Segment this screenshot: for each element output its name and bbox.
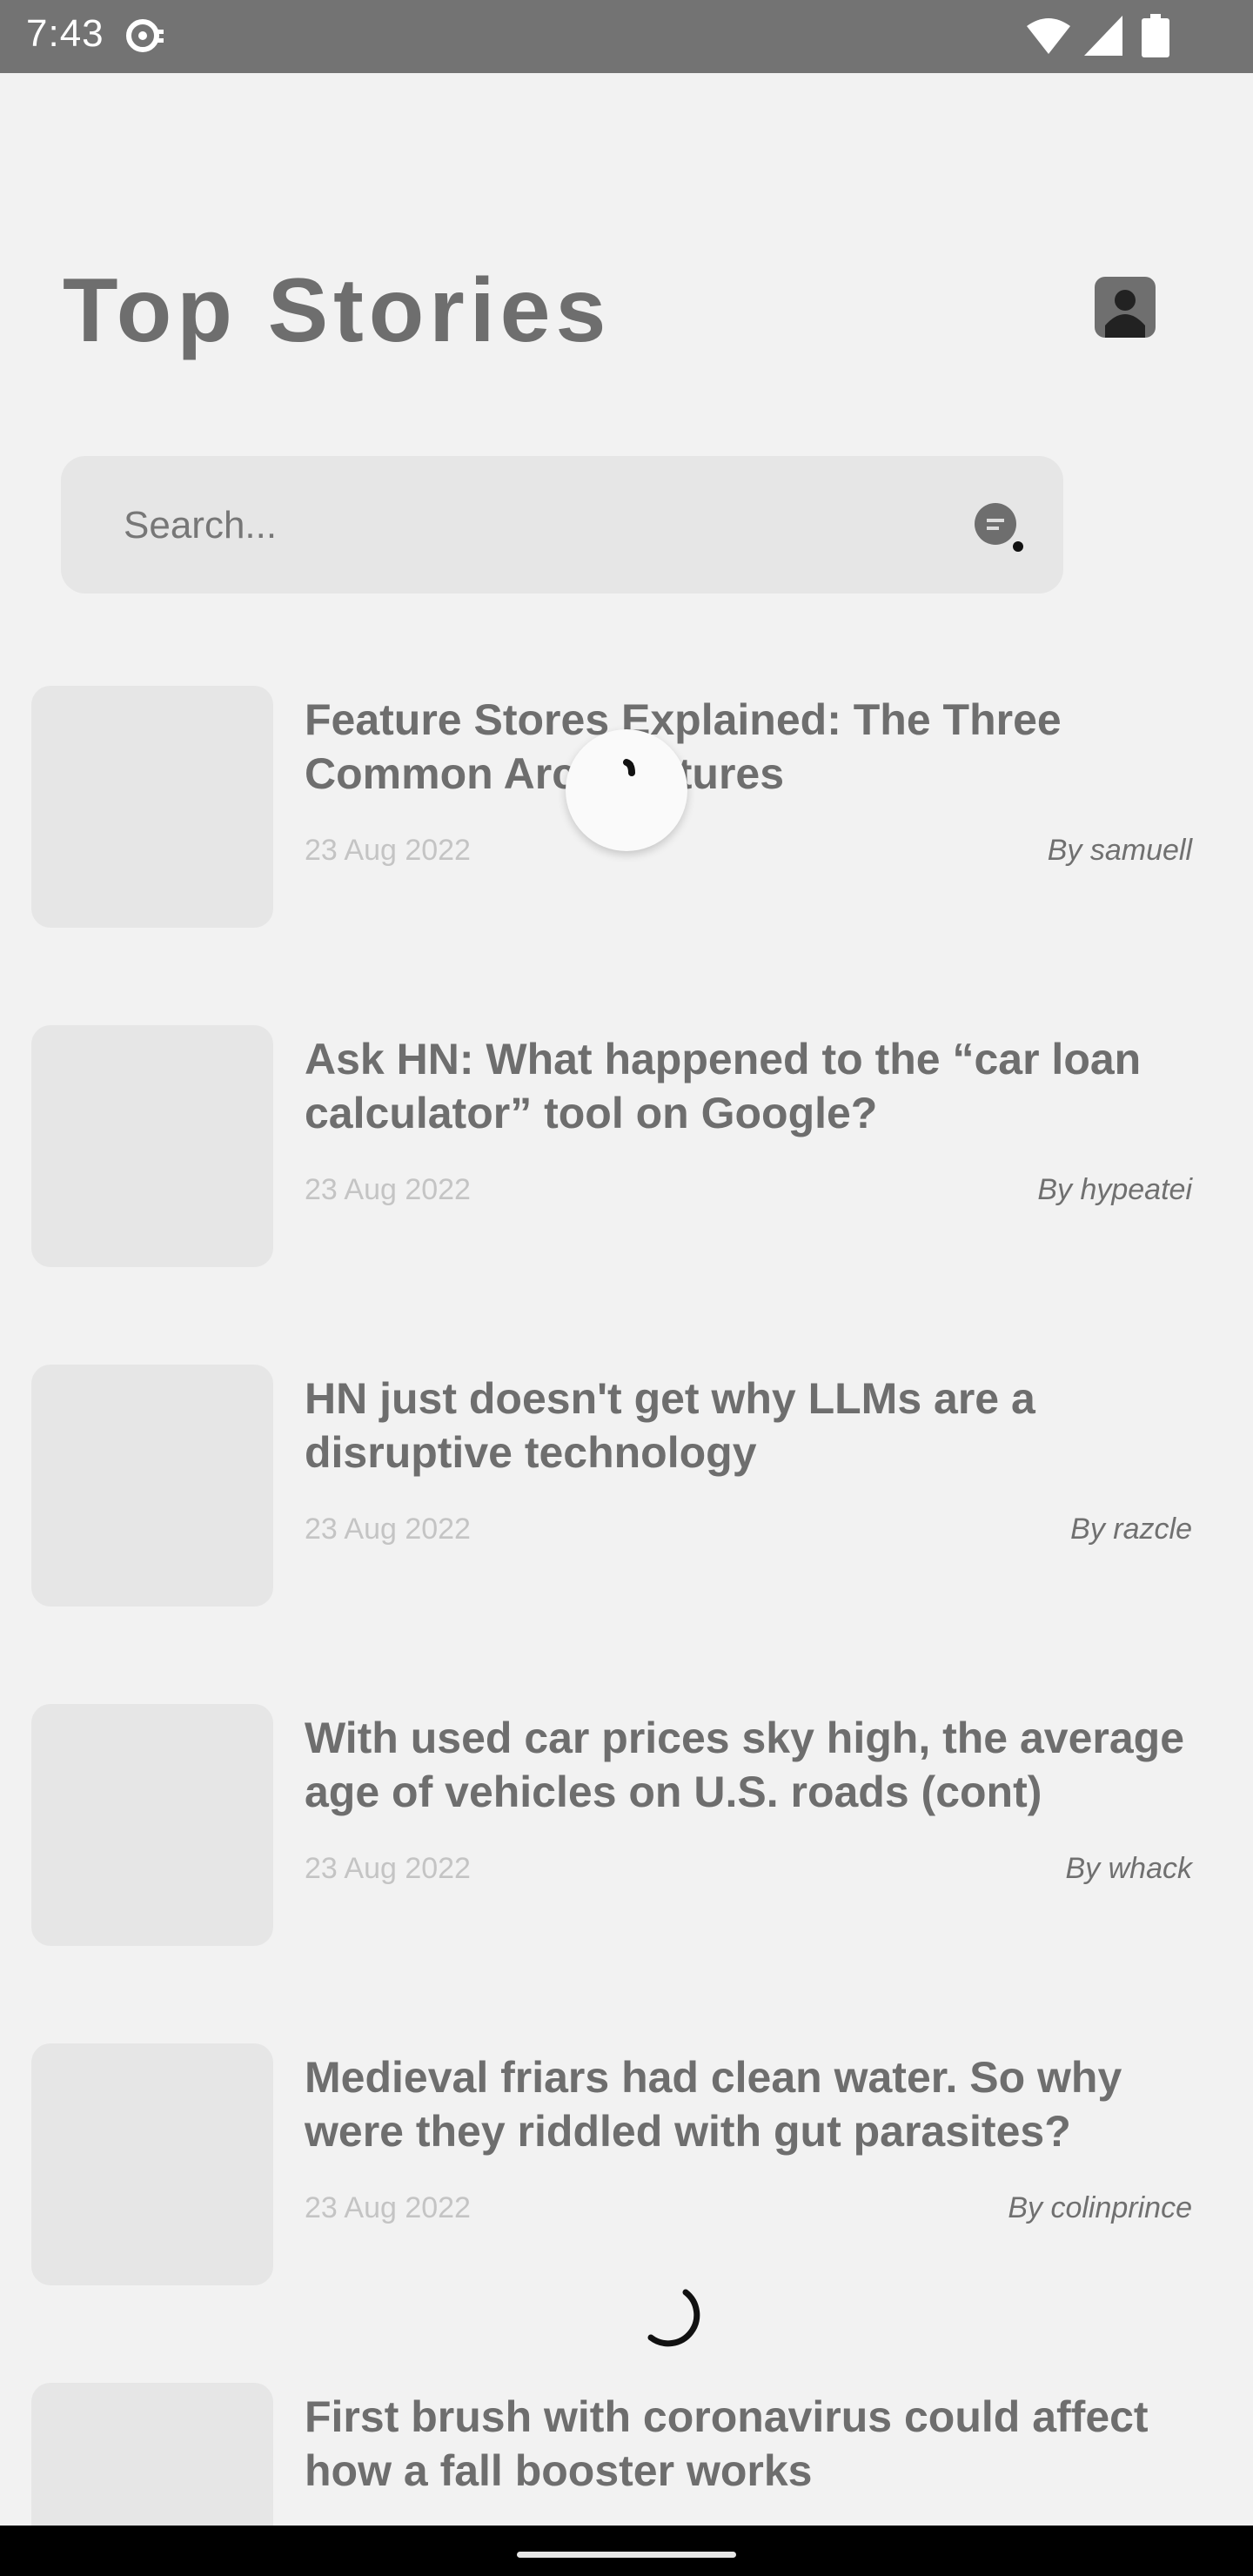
story-title: HN just doesn't get why LLMs are a disru… — [305, 1374, 1035, 1477]
story-item[interactable]: Ask HN: What happened to the “car loan c… — [0, 1025, 1253, 1269]
story-title: With used car prices sky high, the avera… — [305, 1714, 1185, 1816]
story-date: 23 Aug 2022 — [305, 1173, 471, 1206]
page-title: Top Stories — [63, 260, 612, 361]
navigation-bar — [0, 2526, 1253, 2576]
loading-spinner-icon — [647, 2289, 700, 2347]
signal-icon — [1084, 16, 1122, 56]
story-author: By hypeatei — [1037, 1173, 1192, 1206]
story-item[interactable]: HN just doesn't get why LLMs are a disru… — [0, 1365, 1253, 1608]
notification-icon — [126, 19, 164, 52]
story-thumbnail — [31, 686, 273, 928]
story-thumbnail — [31, 2383, 273, 2526]
story-date: 23 Aug 2022 — [305, 2191, 471, 2224]
status-bar: 7:43 — [0, 0, 1253, 73]
story-author: By samuell — [1047, 834, 1192, 867]
story-author: By razcle — [1070, 1513, 1192, 1546]
story-thumbnail — [31, 1704, 273, 1946]
story-author: By whack — [1065, 1852, 1193, 1885]
story-thumbnail — [31, 1025, 273, 1267]
story-thumbnail — [31, 1365, 273, 1607]
loading-spinner-icon — [623, 759, 635, 776]
home-indicator[interactable] — [517, 2552, 736, 2558]
story-title: Feature Stores Explained: The Three Comm… — [305, 695, 1062, 798]
search-input[interactable] — [122, 456, 908, 595]
story-date: 23 Aug 2022 — [305, 834, 471, 867]
story-title: First brush with coronavirus could affec… — [305, 2392, 1149, 2495]
story-item[interactable]: With used car prices sky high, the avera… — [0, 1704, 1253, 1948]
status-time: 7:43 — [26, 12, 104, 55]
profile-icon — [1105, 290, 1145, 338]
story-date: 23 Aug 2022 — [305, 1852, 471, 1885]
story-thumbnail — [31, 2043, 273, 2285]
search-bar — [61, 456, 1063, 595]
profile-button[interactable] — [1095, 277, 1156, 338]
story-date: 23 Aug 2022 — [305, 1513, 471, 1546]
filter-icon[interactable] — [973, 501, 1029, 557]
story-item[interactable]: First brush with coronavirus could affec… — [0, 2383, 1253, 2526]
battery-icon — [1142, 14, 1169, 57]
story-title: Medieval friars had clean water. So why … — [305, 2053, 1122, 2156]
wifi-icon — [1027, 18, 1070, 54]
story-item[interactable]: Medieval friars had clean water. So why … — [0, 2043, 1253, 2287]
story-author: By colinprince — [1008, 2191, 1192, 2224]
loading-spinner — [566, 729, 687, 851]
story-title: Ask HN: What happened to the “car loan c… — [305, 1035, 1142, 1137]
